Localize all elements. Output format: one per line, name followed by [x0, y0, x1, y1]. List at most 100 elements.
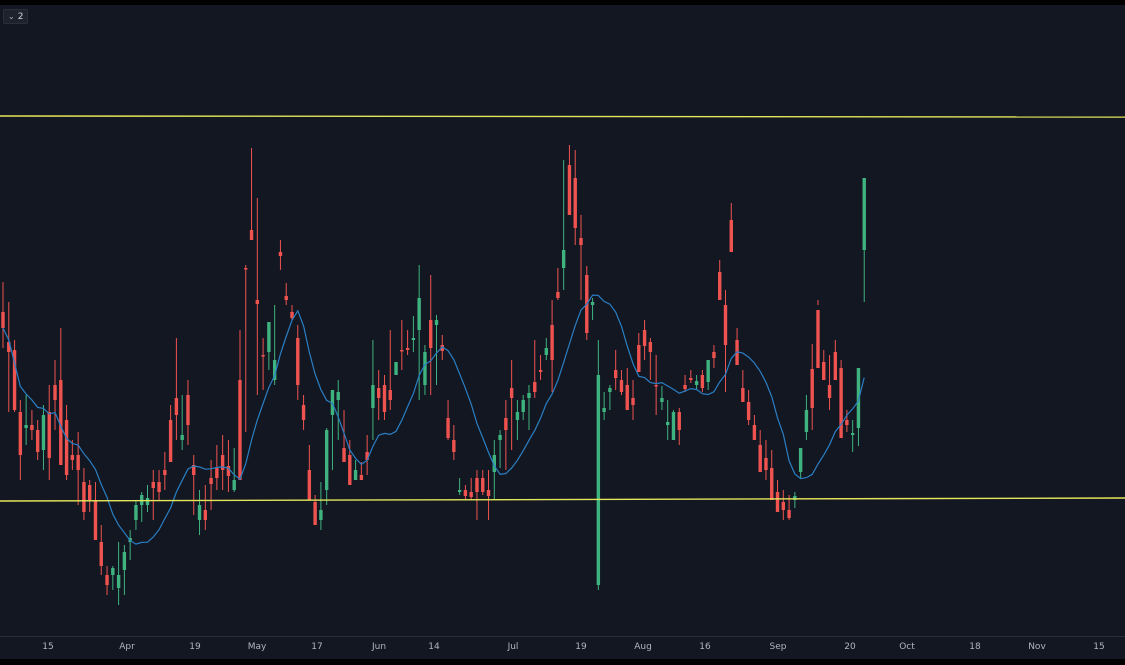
- candle-body: [787, 510, 791, 518]
- candle-body: [53, 385, 57, 400]
- candle-body: [452, 440, 456, 452]
- candle-body: [255, 300, 260, 304]
- collapse-panes-button[interactable]: ⌄ 2: [3, 9, 29, 24]
- candle-body: [249, 230, 254, 240]
- candle-body: [88, 485, 92, 500]
- candle-body: [359, 475, 364, 480]
- candle-body: [533, 382, 537, 392]
- candle-body: [163, 470, 167, 475]
- candle-body: [434, 320, 439, 325]
- candle-body: [82, 482, 86, 512]
- candle-body: [642, 330, 647, 346]
- candle-body: [689, 378, 693, 380]
- candle-body: [625, 385, 629, 410]
- candle-body: [180, 435, 184, 440]
- candle-body: [244, 268, 248, 270]
- candle-body: [342, 448, 346, 462]
- candle-body: [567, 165, 572, 215]
- candle-body: [429, 320, 433, 348]
- candle-body: [509, 388, 514, 398]
- candle-body: [781, 502, 785, 510]
- candle-body: [134, 505, 138, 520]
- candle-body: [677, 412, 681, 430]
- candle-body: [602, 408, 606, 412]
- candle-body: [469, 492, 473, 497]
- candle-body: [446, 418, 450, 438]
- plot-background: [0, 5, 1125, 636]
- candle-body: [186, 395, 190, 425]
- candle-body: [463, 490, 468, 496]
- candle-body: [168, 420, 173, 462]
- candle-body: [798, 448, 803, 472]
- candle-body: [637, 345, 641, 372]
- candle-body: [706, 360, 710, 382]
- x-tick-label: 18: [969, 642, 981, 652]
- candle-body: [1, 312, 5, 328]
- candle-body: [93, 500, 98, 540]
- candle-body: [301, 405, 306, 420]
- candle-body: [654, 385, 658, 387]
- candle-body: [556, 292, 560, 298]
- candle-body: [353, 470, 358, 480]
- x-tick-label: Nov: [1028, 642, 1046, 652]
- candle-body: [70, 455, 75, 460]
- candle-body: [660, 398, 664, 402]
- x-tick-label: 16: [699, 642, 711, 652]
- x-tick-label: Sep: [770, 642, 787, 652]
- candle-body: [411, 338, 416, 340]
- candle-body: [770, 468, 774, 500]
- candle-body: [590, 302, 595, 305]
- candle-body: [804, 410, 809, 432]
- candle-body: [145, 498, 150, 505]
- candle-body: [307, 470, 312, 500]
- x-tick-label: 19: [575, 642, 587, 652]
- candle-body: [850, 433, 855, 435]
- candle-body: [313, 502, 317, 525]
- x-tick-label: Jul: [507, 642, 519, 652]
- candle-body: [498, 435, 502, 440]
- candle-body: [76, 455, 80, 470]
- candle-body: [504, 418, 508, 430]
- chart-panel: 15 Apr 19 May 17 Jun 14 Jul 19 Aug 16 Sep 20 Oct 18 Nov…: [0, 0, 1125, 665]
- candlestick-chart[interactable]: 15 Apr 19 May 17 Jun 14 Jul 19 Aug 16 Sep 20 Oct 18 Nov…: [0, 0, 1125, 665]
- candle-body: [290, 312, 294, 318]
- candle-body: [116, 575, 121, 588]
- candle-body: [764, 458, 768, 470]
- candle-body: [561, 250, 566, 268]
- candle-body: [319, 510, 323, 520]
- candle-body: [122, 552, 127, 570]
- candle-body: [417, 298, 421, 330]
- candle-body: [822, 362, 826, 380]
- candle-body: [105, 575, 109, 585]
- candle-body: [267, 322, 271, 352]
- candle-body: [718, 272, 722, 300]
- candle-body: [631, 398, 635, 405]
- candle-body: [30, 425, 34, 430]
- x-tick-label: 20: [844, 642, 856, 652]
- candle-body: [238, 380, 242, 480]
- candle-body: [215, 468, 219, 478]
- x-tick-label: Aug: [634, 642, 652, 652]
- candle-body: [746, 402, 751, 420]
- candle-body: [377, 388, 381, 398]
- candle-body: [35, 430, 40, 452]
- x-tick-label: 15: [1093, 642, 1104, 652]
- candle-body: [388, 390, 392, 400]
- candle-body: [481, 478, 485, 492]
- candle-body: [209, 478, 213, 484]
- candle-body: [284, 296, 288, 300]
- candle-body: [619, 380, 624, 392]
- x-tick-label: Jun: [371, 642, 386, 652]
- candle-body: [579, 238, 583, 245]
- candle-body: [151, 482, 155, 488]
- candle-body: [382, 385, 387, 412]
- candle-body: [694, 381, 699, 385]
- candle-body: [157, 482, 161, 492]
- candle-body: [18, 412, 23, 455]
- candle-body: [839, 368, 843, 438]
- candle-body: [758, 445, 762, 472]
- candle-body: [550, 325, 554, 360]
- candle-body: [816, 310, 820, 368]
- top-border: [0, 0, 1125, 5]
- candle-body: [261, 355, 265, 357]
